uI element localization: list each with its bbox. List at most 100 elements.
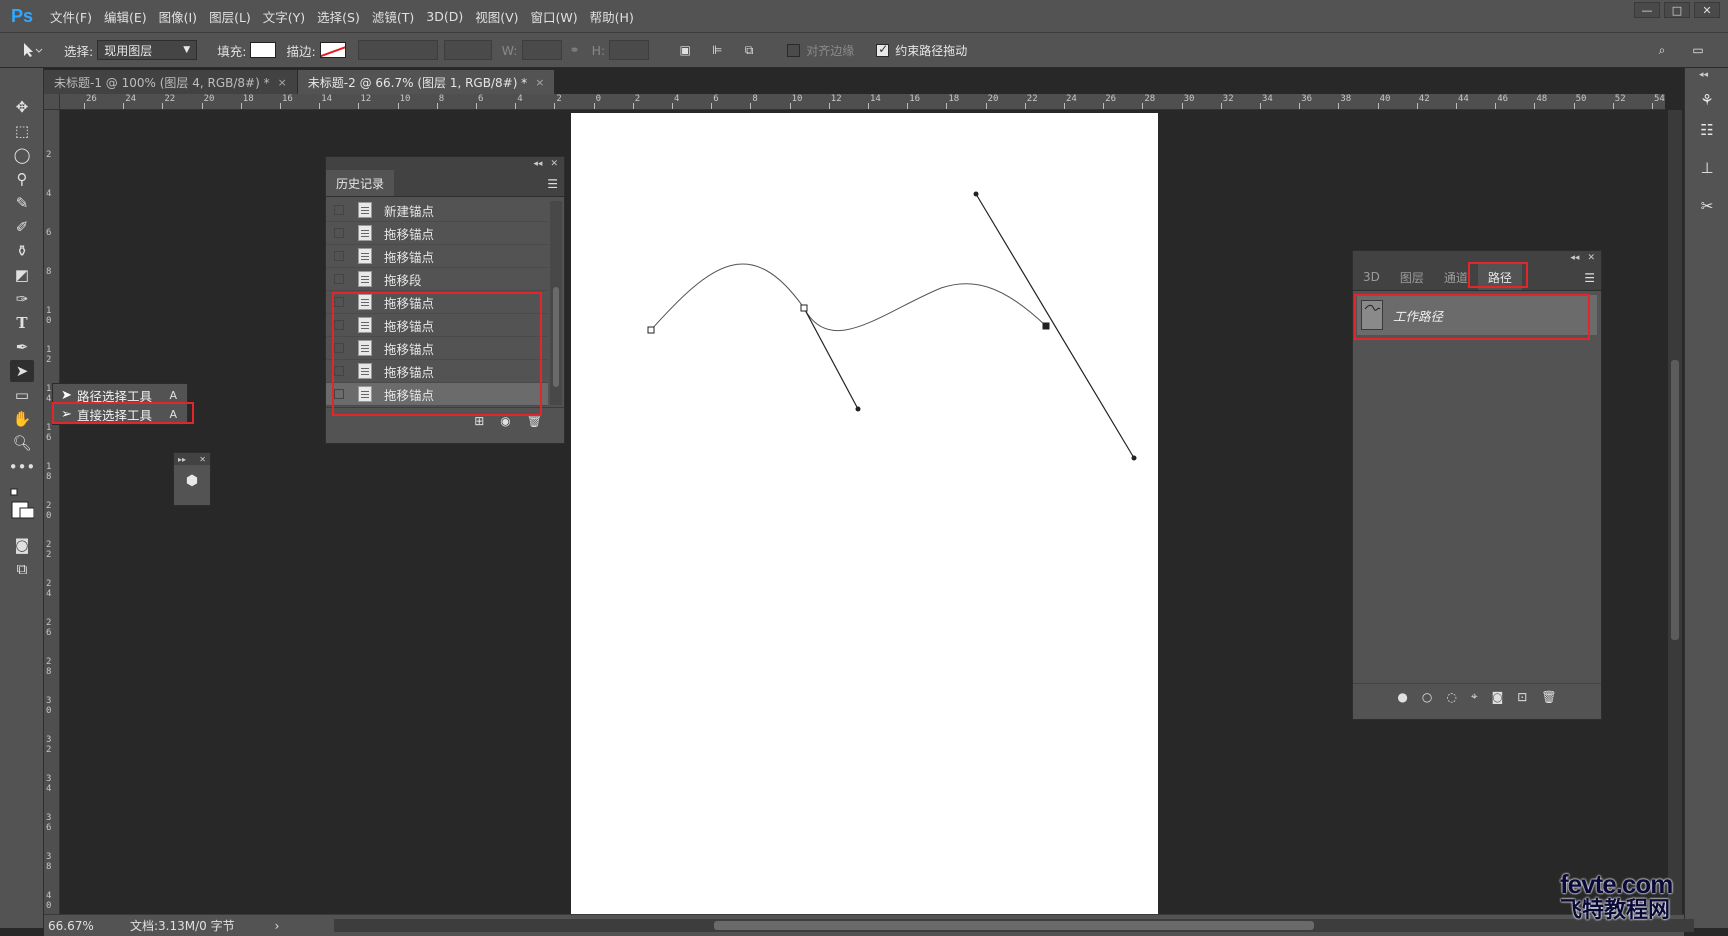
close-panel-icon[interactable]: ✕	[550, 159, 558, 169]
ruler-origin[interactable]	[44, 94, 60, 110]
align-edges-checkbox[interactable]	[787, 43, 801, 57]
quick-mask-icon[interactable]: ◙	[10, 534, 34, 556]
color-swatches-icon[interactable]	[10, 486, 34, 522]
snapshot-source-checkbox[interactable]	[334, 228, 344, 238]
screen-mode-icon[interactable]: ⧉	[10, 558, 34, 580]
tab-layers[interactable]: 图层	[1390, 264, 1434, 290]
menu-window[interactable]: 窗口(W)	[525, 7, 584, 26]
new-path-icon[interactable]: ⊡	[1517, 690, 1527, 704]
select-dropdown[interactable]: 现用图层 ▼	[97, 40, 198, 60]
menu-layer[interactable]: 图层(L)	[203, 7, 257, 26]
3d-object-icon[interactable]: ⬢	[180, 473, 204, 497]
path-selection-tool-icon[interactable]: ➤	[10, 360, 34, 382]
close-tab-icon[interactable]: ×	[278, 76, 287, 89]
history-item[interactable]: 拖移锚点	[326, 222, 548, 245]
properties-icon[interactable]: ☷	[1695, 118, 1719, 142]
make-work-path-icon[interactable]: ⌖	[1471, 689, 1478, 704]
quick-select-tool-icon[interactable]: ⚲	[10, 168, 34, 190]
menu-3d[interactable]: 3D(D)	[420, 9, 469, 24]
close-panel-icon[interactable]: ✕	[1587, 253, 1595, 263]
brush-tool-icon[interactable]: ✐	[10, 216, 34, 238]
menu-help[interactable]: 帮助(H)	[584, 7, 640, 26]
menu-file[interactable]: 文件(F)	[44, 7, 98, 26]
menu-view[interactable]: 视图(V)	[469, 7, 524, 26]
tab-3d[interactable]: 3D	[1353, 264, 1390, 290]
link-icon[interactable]: ⚭	[570, 43, 580, 57]
collapse-icon[interactable]: ◂◂	[1570, 253, 1579, 263]
tab-history[interactable]: 历史记录	[326, 170, 395, 196]
stroke-swatch[interactable]	[319, 42, 346, 58]
adjustments-icon[interactable]: ⚘	[1695, 88, 1719, 112]
history-item[interactable]: 拖移段	[326, 268, 548, 291]
minimize-button[interactable]: —	[1634, 2, 1660, 18]
history-item[interactable]: 新建锚点	[326, 199, 548, 222]
collapse-icon[interactable]: ◂◂	[533, 159, 542, 169]
horizontal-scrollbar[interactable]	[334, 919, 1694, 932]
scroll-thumb[interactable]	[1671, 360, 1679, 640]
stamp-sources-icon[interactable]: ⊥	[1695, 156, 1719, 180]
search-icon[interactable]: ⌕	[1650, 39, 1674, 61]
lasso-tool-icon[interactable]: ◯	[10, 144, 34, 166]
history-brush-tool-icon[interactable]: ✑	[10, 288, 34, 310]
close-tab-icon[interactable]: ×	[535, 76, 544, 89]
width-field[interactable]	[521, 40, 562, 60]
snapshot-source-checkbox[interactable]	[334, 251, 344, 261]
marquee-tool-icon[interactable]: ⬚	[10, 120, 34, 142]
close-panel-icon[interactable]: ✕	[199, 455, 206, 464]
snapshot-source-checkbox[interactable]	[334, 274, 344, 284]
zoom-level[interactable]: 66.67%	[48, 919, 118, 933]
stroke-type-dropdown[interactable]	[443, 40, 492, 60]
snapshot-source-checkbox[interactable]	[334, 205, 344, 215]
vertical-ruler[interactable]: 2 4 6 8 1 0 1 2 1 4 1 6 1 8 2 0 2 2 2 4 2 6 2 8 3 0 3 2…	[44, 110, 60, 916]
more-tools-icon[interactable]: •••	[9, 456, 36, 478]
constrain-path-option[interactable]: 约束路径拖动	[876, 42, 967, 59]
history-scrollbar[interactable]	[550, 201, 562, 405]
chevron-right-icon[interactable]: ›	[275, 919, 280, 933]
maximize-button[interactable]: □	[1664, 2, 1690, 18]
constrain-path-checkbox[interactable]	[876, 42, 890, 57]
move-tool-icon[interactable]: ✥	[10, 96, 34, 118]
close-button[interactable]: ✕	[1694, 2, 1720, 18]
horizontal-ruler[interactable]: 26 24 22 20 18 16 14 12 10 8 6 4 2 0 2 4 6 8 10 12 14 16 18 20 2…	[60, 94, 1665, 110]
scroll-thumb[interactable]	[553, 287, 559, 387]
bezier-path[interactable]	[571, 113, 1158, 915]
collapse-dock-icon[interactable]: ◂◂	[1699, 70, 1708, 80]
load-selection-icon[interactable]: ◌	[1446, 690, 1456, 704]
fill-path-icon[interactable]: ●	[1397, 690, 1407, 704]
stroke-path-icon[interactable]: ○	[1422, 690, 1432, 704]
menu-edit[interactable]: 编辑(E)	[98, 7, 153, 26]
rectangle-tool-icon[interactable]: ▭	[10, 384, 34, 406]
menu-filter[interactable]: 滤镜(T)	[366, 7, 420, 26]
expand-icon[interactable]: ▸▸	[178, 455, 186, 464]
eyedropper-tool-icon[interactable]: ✎	[10, 192, 34, 214]
stamp-tool-icon[interactable]: ⚱	[10, 240, 34, 262]
tab-document-2[interactable]: 未标题-2 @ 66.7% (图层 1, RGB/8#) * ×	[297, 70, 556, 94]
scroll-thumb[interactable]	[714, 921, 1314, 930]
menu-select[interactable]: 选择(S)	[311, 7, 366, 26]
workspace-icon[interactable]: ▭	[1686, 39, 1710, 61]
panel-menu-icon[interactable]: ☰	[547, 177, 558, 191]
vertical-scrollbar[interactable]	[1668, 110, 1682, 915]
panel-menu-icon[interactable]: ☰	[1584, 271, 1595, 285]
tool-preset-picker[interactable]	[20, 39, 44, 61]
tab-document-1[interactable]: 未标题-1 @ 100% (图层 4, RGB/8#) * ×	[44, 70, 298, 94]
zoom-tool-icon[interactable]: 🔍︎	[10, 432, 34, 454]
history-item[interactable]: 拖移锚点	[326, 245, 548, 268]
path-arrangement-icon[interactable]: ⧉	[737, 39, 761, 61]
type-tool-icon[interactable]: T	[10, 312, 34, 334]
align-edges-option[interactable]: 对齐边缘	[787, 42, 854, 59]
document-canvas[interactable]	[571, 113, 1158, 915]
trash-icon[interactable]: 🗑︎	[1541, 690, 1556, 704]
add-mask-icon[interactable]: ◙	[1492, 690, 1504, 704]
stroke-width-field[interactable]	[357, 40, 438, 60]
pen-tool-icon[interactable]: ✒	[10, 336, 34, 358]
tool-presets-icon[interactable]: ✂	[1695, 194, 1719, 218]
menu-image[interactable]: 图像(I)	[153, 7, 203, 26]
height-field[interactable]	[609, 40, 650, 60]
hand-tool-icon[interactable]: ✋	[10, 408, 34, 430]
menu-type[interactable]: 文字(Y)	[257, 7, 311, 26]
fill-swatch[interactable]	[250, 42, 277, 58]
path-operations-icon[interactable]: ▣	[673, 39, 697, 61]
path-alignment-icon[interactable]: ⊫	[705, 39, 729, 61]
eraser-tool-icon[interactable]: ◩	[10, 264, 34, 286]
